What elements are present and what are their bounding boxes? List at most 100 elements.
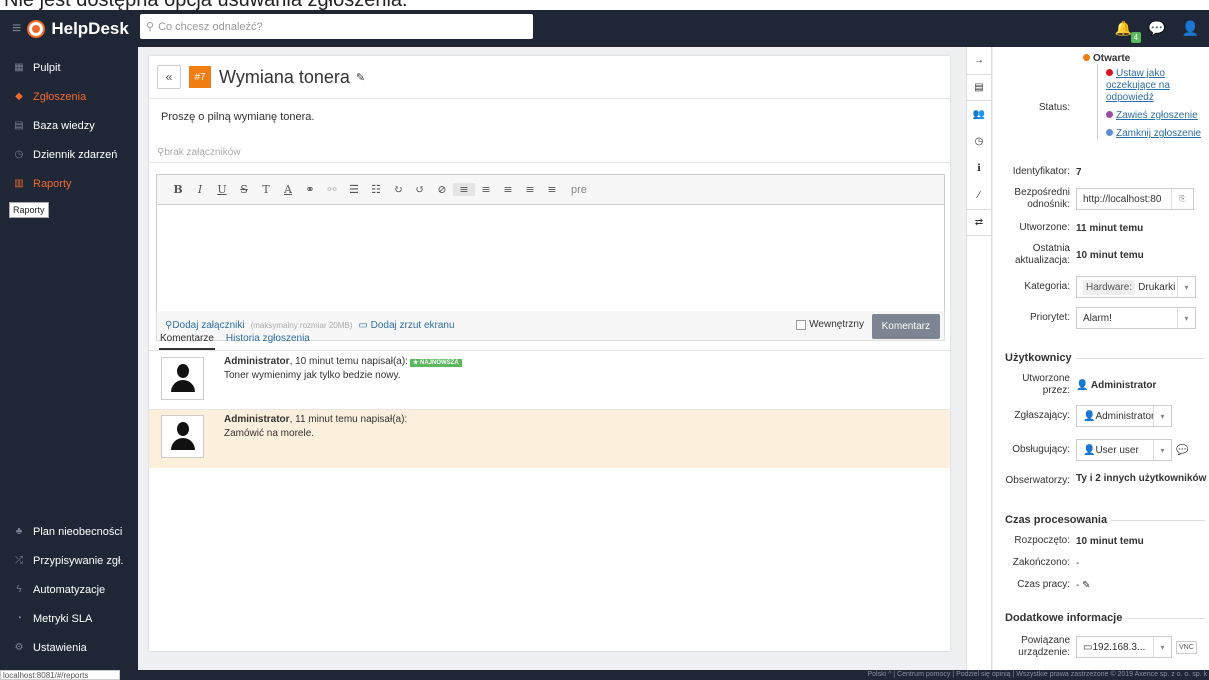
align-right-button[interactable]: ≡ [497, 183, 519, 196]
wand-icon[interactable]: ⁄ [967, 182, 991, 209]
users-icon[interactable]: 👥 [967, 101, 991, 128]
status-dot [1083, 54, 1090, 61]
transfer-icon[interactable]: ⇄ [967, 209, 991, 236]
sidebar-item-sla[interactable]: ◔ Metryki SLA [0, 604, 138, 633]
search-input[interactable] [158, 20, 519, 33]
tab-komentarze[interactable]: Komentarze [159, 329, 215, 350]
sidebar-item-dziennik[interactable]: ◷ Dziennik zdarzeń [0, 140, 138, 169]
sidebar-item-plan[interactable]: ♣ Plan nieobecności [0, 517, 138, 546]
block-button[interactable]: ⊘ [431, 183, 453, 196]
status-option-suspend[interactable]: Zawieś zgłoszenie [1097, 104, 1209, 122]
italic-button[interactable]: I [189, 183, 211, 196]
category-tag: Hardware: [1083, 279, 1136, 295]
ended-label: Zakończono: [1012, 557, 1070, 568]
text-color-button[interactable]: A [277, 183, 299, 196]
edit-pencil-icon[interactable]: ✎ [356, 71, 365, 84]
checkbox-box[interactable] [796, 319, 807, 330]
number-list-button[interactable]: ☷ [365, 183, 387, 196]
started-row: Rozpoczęto: 10 minut temu [993, 534, 1209, 548]
id-value: 7 [1076, 167, 1082, 178]
editor-textarea[interactable] [157, 205, 944, 311]
bullet-list-button[interactable]: ☰ [343, 183, 365, 196]
sidebar-item-raporty[interactable]: ▥ Raporty [0, 169, 138, 198]
app-logo[interactable]: ≡ HelpDesk [0, 10, 138, 47]
report-icon: ▥ [14, 178, 24, 189]
underline-button[interactable]: U [211, 183, 233, 196]
status-option-close[interactable]: Zamknij zgłoszenie [1097, 122, 1209, 140]
direct-link-field[interactable]: http://localhost:80 ⎘ [1076, 188, 1194, 210]
processing-title: Czas procesowania [1005, 514, 1108, 526]
footer-bar [138, 670, 780, 680]
strike-button[interactable]: S [233, 183, 255, 196]
updated-label: Ostatnia aktualizacja: [1014, 243, 1070, 266]
vnc-button[interactable]: VNC [1176, 640, 1197, 654]
add-screenshot-link[interactable]: ▭ Dodaj zrzut ekranu [358, 320, 454, 331]
outdent-button[interactable]: ≡ [541, 183, 563, 196]
sidebar: ▦ Pulpit ◆ Zgłoszenia ▤ Baza wiedzy ◷ Dzienn… [0, 47, 138, 680]
link-row: Bezpośredni odnośnik: http://localhost:8… [993, 185, 1209, 213]
sidebar-item-zgloszenia[interactable]: ◆ Zgłoszenia [0, 82, 138, 111]
clock-icon[interactable]: ◷ [967, 128, 991, 155]
collapse-arrow-icon[interactable]: → [967, 47, 991, 74]
ticket-header: « #7 Wymiana tonera ✎ [149, 56, 950, 98]
created-label: Utworzone: [1019, 222, 1070, 233]
sidebar-item-label: Baza wiedzy [33, 119, 95, 132]
unlink-button[interactable]: ⚯ [321, 183, 343, 196]
link-label: Bezpośredni odnośnik: [1014, 187, 1070, 210]
redo-button[interactable]: ↻ [387, 183, 409, 196]
copy-icon[interactable]: ⎘ [1171, 189, 1193, 209]
link-button[interactable]: ⚭ [299, 183, 321, 196]
priority-label: Priorytet: [1029, 312, 1070, 323]
sidebar-item-automatyzacje[interactable]: ϟ Automatyzacje [0, 575, 138, 604]
comment-button[interactable]: Komentarz [871, 314, 940, 339]
align-left-button[interactable]: ≡ [453, 183, 475, 196]
status-dot [1106, 129, 1113, 136]
reporter-value: Administrator [1095, 410, 1155, 422]
monitor-icon: ▭ [358, 320, 368, 331]
internal-checkbox[interactable]: Wewnętrzny [796, 319, 864, 330]
updated-time: 10 minut temu [1076, 249, 1144, 261]
status-option-waiting[interactable]: Ustaw jako oczekujące na odpowiedź [1097, 64, 1209, 104]
back-button[interactable]: « [157, 65, 181, 89]
processing-section-title: Czas procesowania [1005, 514, 1205, 526]
work-time-label: Czas pracy: [1017, 579, 1070, 590]
chat-icon[interactable]: 💬 [1148, 20, 1165, 37]
created-row: Utworzone: 11 minut temu [993, 221, 1209, 235]
priority-select[interactable]: Alarm! ▾ [1076, 307, 1196, 329]
status-option-label: Ustaw jako oczekujące na odpowiedź [1106, 68, 1170, 103]
user-icon[interactable]: 👤 [1182, 20, 1199, 37]
menu-icon[interactable]: ≡ [12, 20, 21, 38]
tab-historia[interactable]: Historia zgłoszenia [225, 329, 311, 350]
id-number: 7 [1076, 166, 1082, 178]
bell-icon[interactable]: 🔔 4 [1115, 20, 1142, 43]
category-value: Drukarki [1138, 281, 1176, 293]
created-by-row: Utworzone przez: 👤 Administrator [993, 371, 1209, 399]
undo-button[interactable]: ↺ [409, 183, 431, 196]
bold-button[interactable]: B [167, 183, 189, 196]
handler-select[interactable]: 👤 User user ▾ [1076, 439, 1172, 461]
reporter-select[interactable]: 👤 Administrator ▾ [1076, 405, 1172, 427]
comment-author: Administrator [224, 414, 290, 425]
indent-button[interactable]: ≡ [519, 183, 541, 196]
clear-format-button[interactable]: T [255, 183, 277, 196]
pre-button[interactable]: pre [563, 184, 587, 196]
add-screenshot-label: Dodaj zrzut ekranu [370, 320, 455, 331]
sidebar-item-baza-wiedzy[interactable]: ▤ Baza wiedzy [0, 111, 138, 140]
chat-icon[interactable]: 💬 [1176, 445, 1188, 456]
device-select[interactable]: ▭ 192.168.3... ▾ [1076, 636, 1172, 658]
details-icon[interactable]: ▤ [967, 74, 991, 101]
info-icon[interactable]: ℹ [967, 155, 991, 182]
sidebar-item-ustawienia[interactable]: ⚙ Ustawienia [0, 633, 138, 662]
handler-value: User user [1095, 444, 1139, 456]
shuffle-icon: ⤮ [15, 555, 23, 566]
status-option-label: Zawieś zgłoszenie [1116, 110, 1198, 121]
align-center-button[interactable]: ≡ [475, 183, 497, 196]
category-select[interactable]: Hardware: Drukarki ▾ [1076, 276, 1196, 298]
sidebar-item-pulpit[interactable]: ▦ Pulpit [0, 53, 138, 82]
edit-pencil-icon[interactable]: ✎ [1082, 580, 1090, 591]
avatar [161, 357, 204, 400]
top-bar: ≡ HelpDesk ⚲ 🔔4 💬 👤 [0, 10, 1209, 47]
clock-icon: ◷ [14, 149, 24, 160]
search-box[interactable]: ⚲ [140, 14, 533, 39]
sidebar-item-przypisywanie[interactable]: ⤮ Przypisywanie zgł. [0, 546, 138, 575]
